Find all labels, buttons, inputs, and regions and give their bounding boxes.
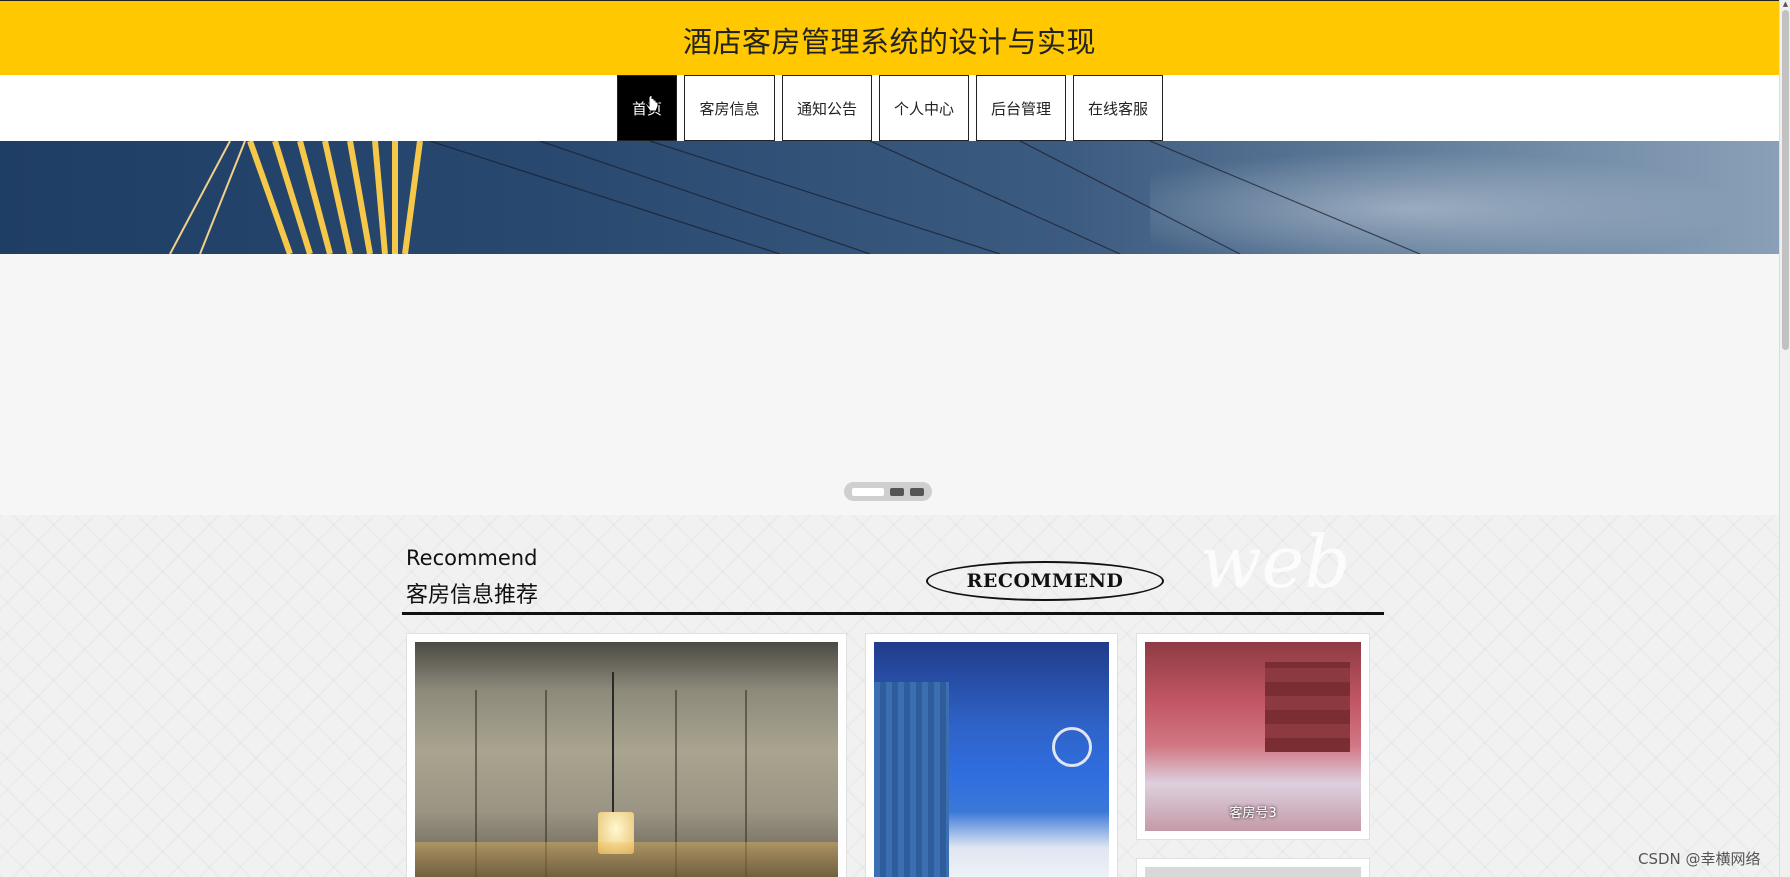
nav-item-support[interactable]: 在线客服 [1073,75,1163,141]
bridge-cables-graphic [169,141,1421,254]
page-scrollbar[interactable]: ▲ [1779,0,1790,877]
carousel-dot-1[interactable] [852,487,884,496]
section-divider [402,612,1384,615]
recommend-title-cn: 客房信息推荐 [406,583,539,608]
room-photo[interactable] [415,642,838,877]
room-photo[interactable] [1145,867,1361,877]
nav-item-profile[interactable]: 个人中心 [879,75,969,141]
watermark-text: CSDN @幸横网络 [1638,850,1761,868]
site-header: 酒店客房管理系统的设计与实现 [0,0,1779,75]
hero-banner-image [0,141,1779,254]
carousel-dot-2[interactable] [890,487,904,496]
nav-item-admin[interactable]: 后台管理 [976,75,1066,141]
room-card[interactable] [865,633,1118,877]
site-title: 酒店客房管理系统的设计与实现 [682,25,1096,59]
carousel-area [0,254,1779,515]
nav-item-rooms[interactable]: 客房信息 [684,75,775,141]
room-photo[interactable]: 客房号3 [1145,642,1361,831]
recommend-badge: RECOMMEND [926,561,1164,601]
scroll-up-icon[interactable]: ▲ [1781,0,1790,8]
main-nav: 首页 客房信息 通知公告 个人中心 后台管理 在线客服 [617,75,1163,141]
room-photo[interactable] [874,642,1109,877]
room-card[interactable]: 客房号3 [1136,633,1370,840]
recommend-title-en: Recommend [406,546,538,570]
nav-item-notices[interactable]: 通知公告 [782,75,872,141]
carousel-dot-3[interactable] [910,487,924,496]
room-card[interactable] [406,633,847,877]
carousel-dots [844,482,932,501]
ship-wheel-icon [1052,727,1092,767]
room-card[interactable] [1136,858,1370,877]
decorative-web-text: web [1200,520,1351,604]
scrollbar-thumb[interactable] [1782,10,1789,350]
hand-cursor-icon [645,96,659,112]
room-caption: 客房号3 [1229,806,1277,821]
